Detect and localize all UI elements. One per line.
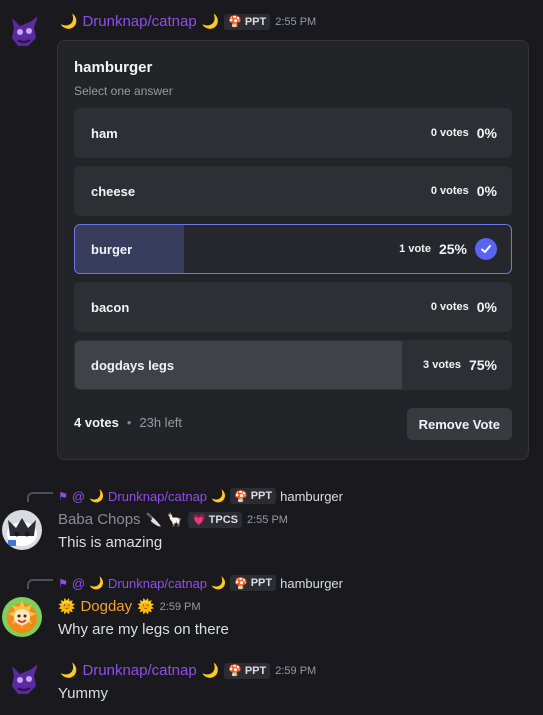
sun-icon: 🌞 (137, 598, 155, 614)
username[interactable]: Drunknap/catnap (82, 662, 196, 679)
reply-at: @ (71, 488, 86, 504)
reply-text: hamburger (280, 575, 343, 591)
poll-card: hamburger Select one answer ham 0 votes … (57, 40, 529, 460)
dogday-avatar-icon (2, 597, 42, 637)
reply-preview[interactable]: ⚑ @ 🌙 Drunknap/catnap 🌙 🍄 PPT hamburger (58, 575, 343, 591)
message-header: 🌞 Dogday 🌞 2:59 PM (58, 598, 201, 615)
moon-icon: 🌙 (60, 662, 78, 678)
moon-icon: 🌙 (89, 576, 105, 590)
poll-option-label: dogdays legs (91, 358, 175, 373)
sun-icon: 🌞 (58, 598, 76, 614)
catnap-mini-icon: ⚑ (58, 490, 68, 503)
poll-option-percent: 25% (438, 241, 467, 257)
poll-option-votes: 0 votes (430, 185, 469, 197)
baba-chops-avatar-icon (2, 510, 42, 550)
poll-option-label: bacon (91, 300, 130, 315)
message-header: Baba Chops 🔪 🦙 💗 TPCS 2:55 PM (58, 511, 288, 528)
poll-option-label: burger (91, 242, 133, 257)
moon-icon: 🌙 (60, 13, 78, 29)
poll-question: hamburger (74, 59, 153, 76)
mushroom-icon: 🍄 (234, 490, 248, 503)
timestamp: 2:55 PM (275, 15, 317, 28)
poll-option-votes: 1 vote (399, 243, 431, 255)
poll-option-label: cheese (91, 184, 136, 199)
checkmark-icon (475, 238, 497, 260)
avatar-dogday[interactable] (2, 597, 42, 637)
poll-subtitle: Select one answer (74, 84, 173, 98)
reply-spine (27, 579, 53, 589)
reply-username[interactable]: Drunknap/catnap (108, 576, 207, 591)
mushroom-icon: 🍄 (228, 16, 242, 28)
server-tag[interactable]: 🍄 PPT (224, 13, 271, 30)
reply-username[interactable]: Drunknap/catnap (108, 489, 207, 504)
poll-option-percent: 0% (476, 299, 497, 315)
poll-option[interactable]: bacon 0 votes 0% (74, 282, 512, 332)
heart-icon: 💗 (191, 514, 206, 526)
message-header: 🌙 Drunknap/catnap 🌙 🍄 PPT 2:55 PM (60, 13, 316, 30)
poll-option[interactable]: dogdays legs 3 votes 75% (74, 340, 512, 390)
catnap-avatar-icon (4, 12, 44, 52)
poll-option-votes: 0 votes (430, 301, 469, 313)
avatar-catnap[interactable] (4, 660, 44, 700)
server-tag[interactable]: 🍄 PPT (224, 662, 271, 679)
poll-option-percent: 0% (476, 125, 497, 141)
message-text: Yummy (58, 685, 109, 702)
moon-icon: 🌙 (201, 662, 220, 678)
poll-option-votes: 3 votes (423, 359, 461, 371)
server-tag: 🍄 PPT (230, 575, 277, 591)
knife-icon: 🔪 (145, 511, 162, 527)
poll-option-percent: 0% (476, 183, 497, 199)
moon-icon: 🌙 (211, 576, 226, 590)
poll-option[interactable]: cheese 0 votes 0% (74, 166, 512, 216)
moon-icon: 🌙 (211, 489, 226, 503)
catnap-mini-icon: ⚑ (58, 577, 68, 590)
separator-dot: • (126, 415, 132, 430)
poll-option-votes: 0 votes (430, 127, 469, 139)
reply-spine (27, 492, 53, 502)
moon-icon: 🌙 (201, 13, 220, 29)
reply-text: hamburger (280, 488, 343, 504)
reply-at: @ (71, 575, 86, 591)
poll-option[interactable]: ham 0 votes 0% (74, 108, 512, 158)
timestamp: 2:59 PM (275, 664, 317, 677)
avatar-catnap[interactable] (4, 12, 44, 52)
poll-time-left: 23h left (139, 415, 183, 430)
poll-total-votes[interactable]: 4 votes (74, 415, 119, 430)
remove-vote-button[interactable]: Remove Vote (406, 408, 512, 440)
username[interactable]: Dogday (80, 598, 132, 615)
llama-icon: 🦙 (166, 511, 183, 527)
avatar-baba-chops[interactable] (2, 510, 42, 550)
moon-icon: 🌙 (89, 489, 105, 503)
reply-preview[interactable]: ⚑ @ 🌙 Drunknap/catnap 🌙 🍄 PPT hamburger (58, 488, 343, 504)
poll-option-label: ham (91, 126, 118, 141)
timestamp: 2:55 PM (246, 513, 288, 526)
server-tag: 🍄 PPT (230, 488, 277, 504)
username[interactable]: Drunknap/catnap (82, 13, 196, 30)
mushroom-icon: 🍄 (228, 665, 242, 677)
poll-option-percent: 75% (468, 357, 497, 373)
message-text: This is amazing (58, 534, 163, 551)
server-tag[interactable]: 💗 TPCS (187, 511, 242, 528)
mushroom-icon: 🍄 (234, 577, 248, 590)
poll-option-selected[interactable]: burger 1 vote 25% (74, 224, 512, 274)
username[interactable]: Baba Chops (58, 511, 141, 528)
poll-footer: 4 votes • 23h left (74, 415, 182, 430)
timestamp: 2:59 PM (159, 600, 201, 613)
message-text: Why are my legs on there (58, 621, 229, 638)
message-header: 🌙 Drunknap/catnap 🌙 🍄 PPT 2:59 PM (60, 662, 316, 679)
catnap-avatar-icon (4, 660, 44, 700)
